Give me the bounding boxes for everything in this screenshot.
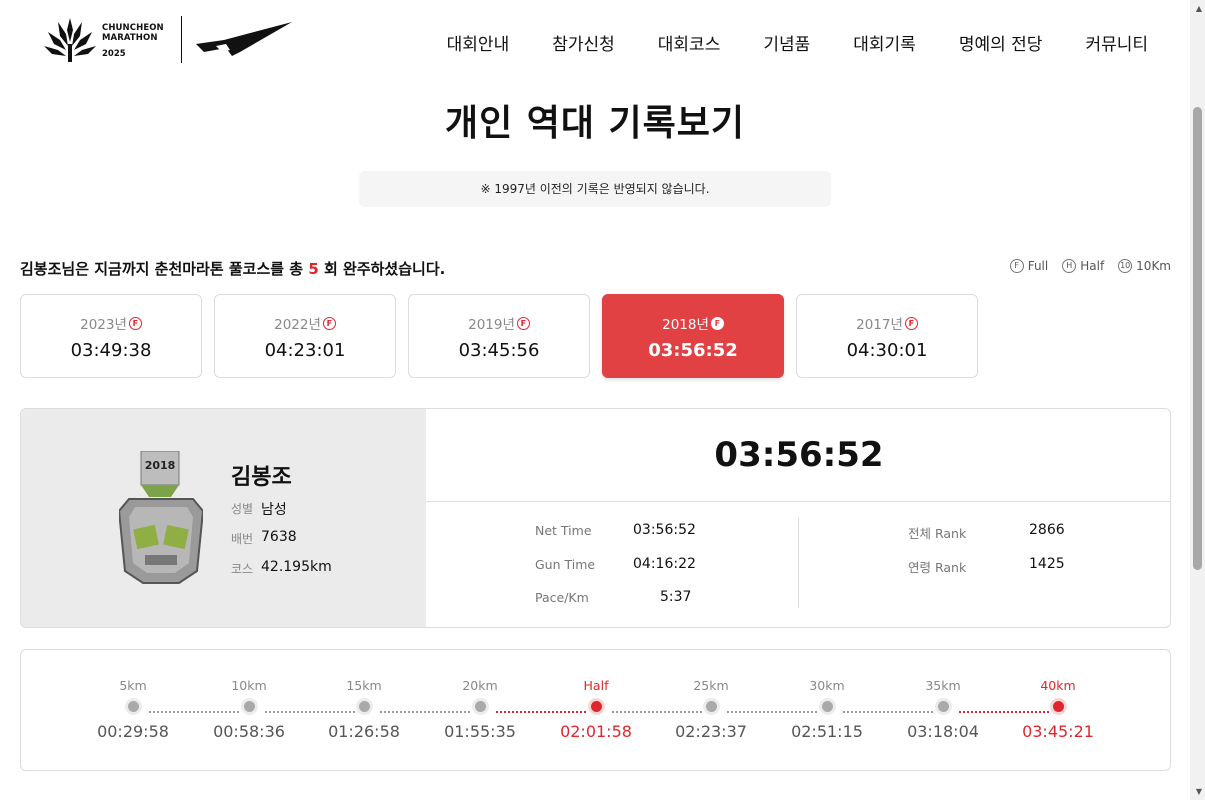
split-timeline: 5km 00:29:58 10km 00:58:36 15km 01:26:58 20…: [20, 649, 1171, 771]
runner-name: 김봉조: [231, 465, 292, 490]
split-dot-icon: [821, 701, 833, 712]
nav-item-records[interactable]: 대회기록: [853, 30, 916, 55]
split-dot-icon: [705, 701, 717, 712]
split-dot-icon: [590, 701, 602, 712]
main-nav: 대회안내 참가신청 대회코스 기념품 대회기록 명예의 전당 커뮤니티: [404, 30, 1148, 55]
page-scrollbar[interactable]: ▲ ▼: [1190, 0, 1205, 800]
nav-item-community[interactable]: 커뮤니티: [1085, 30, 1148, 55]
summary-prefix: 김봉조님은 지금까지 춘천마라톤 풀코스를 총: [20, 260, 304, 278]
year-card-2017[interactable]: 2017년 F 04:30:01: [796, 294, 978, 378]
nav-item-course[interactable]: 대회코스: [658, 30, 721, 55]
record-detail: 2018 김봉조 성별 남성 배번 7638 코스 42.195km 03:56…: [20, 408, 1171, 628]
full-course-icon: F: [128, 316, 142, 330]
year-cards: 2023년 F 03:49:38 2022년 F 04:23:01 2019년 F 0…: [20, 294, 990, 378]
full-badge-icon: F: [1009, 259, 1024, 273]
full-course-icon: F: [710, 316, 724, 330]
split-dot-icon: [937, 701, 949, 712]
age-rank-row: 연령 Rank 1425: [908, 556, 1065, 575]
overall-rank-value: 2866: [1029, 522, 1065, 538]
nav-item-about[interactable]: 대회안내: [447, 30, 510, 55]
runner-panel: 2018 김봉조 성별 남성 배번 7638 코스 42.195km: [21, 409, 426, 627]
medal-image: 2018: [117, 450, 205, 585]
split-20km: 20km 01:55:35: [444, 678, 516, 741]
legend-full: F Full: [1009, 259, 1048, 273]
year-card-time: 04:23:01: [264, 340, 346, 361]
bib-value: 7638: [261, 529, 297, 545]
half-badge-icon: H: [1062, 259, 1077, 273]
year-card-2022[interactable]: 2022년 F 04:23:01: [214, 294, 396, 378]
net-time-row: Net Time 03:56:52: [535, 522, 696, 538]
scrollbar-thumb[interactable]: [1193, 107, 1202, 570]
pace-row: Pace/Km 5:37: [535, 589, 692, 605]
nav-item-hall-of-fame[interactable]: 명예의 전당: [959, 30, 1043, 55]
split-10km: 10km 00:58:36: [213, 678, 285, 741]
logo-year: 2025: [102, 49, 126, 59]
pace-value: 5:37: [660, 589, 692, 605]
legend-half: H Half: [1062, 259, 1104, 273]
page-title: 개인 역대 기록보기: [444, 103, 746, 144]
split-15km: 15km 01:26:58: [328, 678, 400, 741]
split-dot-icon: [127, 701, 139, 712]
record-time: 03:56:52: [714, 435, 884, 475]
record-panel: 03:56:52 Net Time 03:56:52 Gun Time 04:1…: [426, 409, 1170, 627]
split-half: Half 02:01:58: [560, 678, 632, 741]
course-legend: F Full H Half 10 10Km: [996, 259, 1171, 273]
gun-time-value: 04:16:22: [633, 556, 696, 572]
logo-divider: [181, 16, 182, 63]
course-row: 코스 42.195km: [231, 559, 332, 576]
site-logo[interactable]: CHUNCHEON MARATHON 2025: [42, 16, 297, 64]
year-card-time: 03:45:56: [458, 340, 540, 361]
site-header: CHUNCHEON MARATHON 2025 대회안내 참가신청 대회코스 기…: [0, 0, 1190, 86]
nav-item-register[interactable]: 참가신청: [552, 30, 615, 55]
year-card-2023[interactable]: 2023년 F 03:49:38: [20, 294, 202, 378]
split-30km: 30km 02:51:15: [791, 678, 863, 741]
course-value: 42.195km: [261, 559, 332, 575]
completion-count: 5: [308, 260, 319, 278]
notice-box: ※ 1997년 이전의 기록은 반영되지 않습니다.: [359, 171, 831, 207]
year-card-time: 03:49:38: [70, 340, 152, 361]
divider: [426, 501, 1170, 502]
airplane-logo-icon: [196, 22, 292, 56]
split-dot-icon: [1052, 701, 1064, 712]
split-25km: 25km 02:23:37: [675, 678, 747, 741]
age-rank-value: 1425: [1029, 556, 1065, 572]
scroll-up-icon[interactable]: ▲: [1196, 4, 1202, 13]
full-course-icon: F: [516, 316, 530, 330]
gun-time-row: Gun Time 04:16:22: [535, 556, 696, 572]
year-card-2019[interactable]: 2019년 F 03:45:56: [408, 294, 590, 378]
year-card-time: 03:56:52: [648, 340, 738, 361]
summary-suffix: 회 완주하셨습니다.: [324, 260, 446, 278]
split-40km: 40km 03:45:21: [1022, 678, 1094, 741]
bib-row: 배번 7638: [231, 529, 297, 546]
split-5km: 5km 00:29:58: [97, 678, 169, 741]
gender-value: 남성: [261, 502, 287, 518]
logo-wordmark: CHUNCHEON MARATHON: [102, 23, 164, 43]
split-dot-icon: [243, 701, 255, 712]
leaf-logo-icon: [44, 18, 96, 62]
split-35km: 35km 03:18:04: [907, 678, 979, 741]
net-time-value: 03:56:52: [633, 522, 696, 538]
10km-badge-icon: 10: [1118, 259, 1133, 273]
split-dot-icon: [358, 701, 370, 712]
gender-row: 성별 남성: [231, 499, 287, 519]
scroll-down-icon[interactable]: ▼: [1196, 787, 1202, 796]
full-course-icon: F: [322, 316, 336, 330]
year-card-time: 04:30:01: [846, 340, 928, 361]
medal-year: 2018: [144, 459, 176, 472]
split-dot-icon: [474, 701, 486, 712]
full-course-icon: F: [904, 316, 918, 330]
completion-summary: 김봉조님은 지금까지 춘천마라톤 풀코스를 총 5 회 완주하셨습니다.: [20, 258, 445, 279]
overall-rank-row: 전체 Rank 2866: [908, 522, 1065, 541]
nav-item-souvenir[interactable]: 기념품: [763, 30, 810, 55]
divider: [798, 518, 799, 608]
year-card-2018[interactable]: 2018년 F 03:56:52: [602, 294, 784, 378]
legend-10km: 10 10Km: [1118, 259, 1171, 273]
